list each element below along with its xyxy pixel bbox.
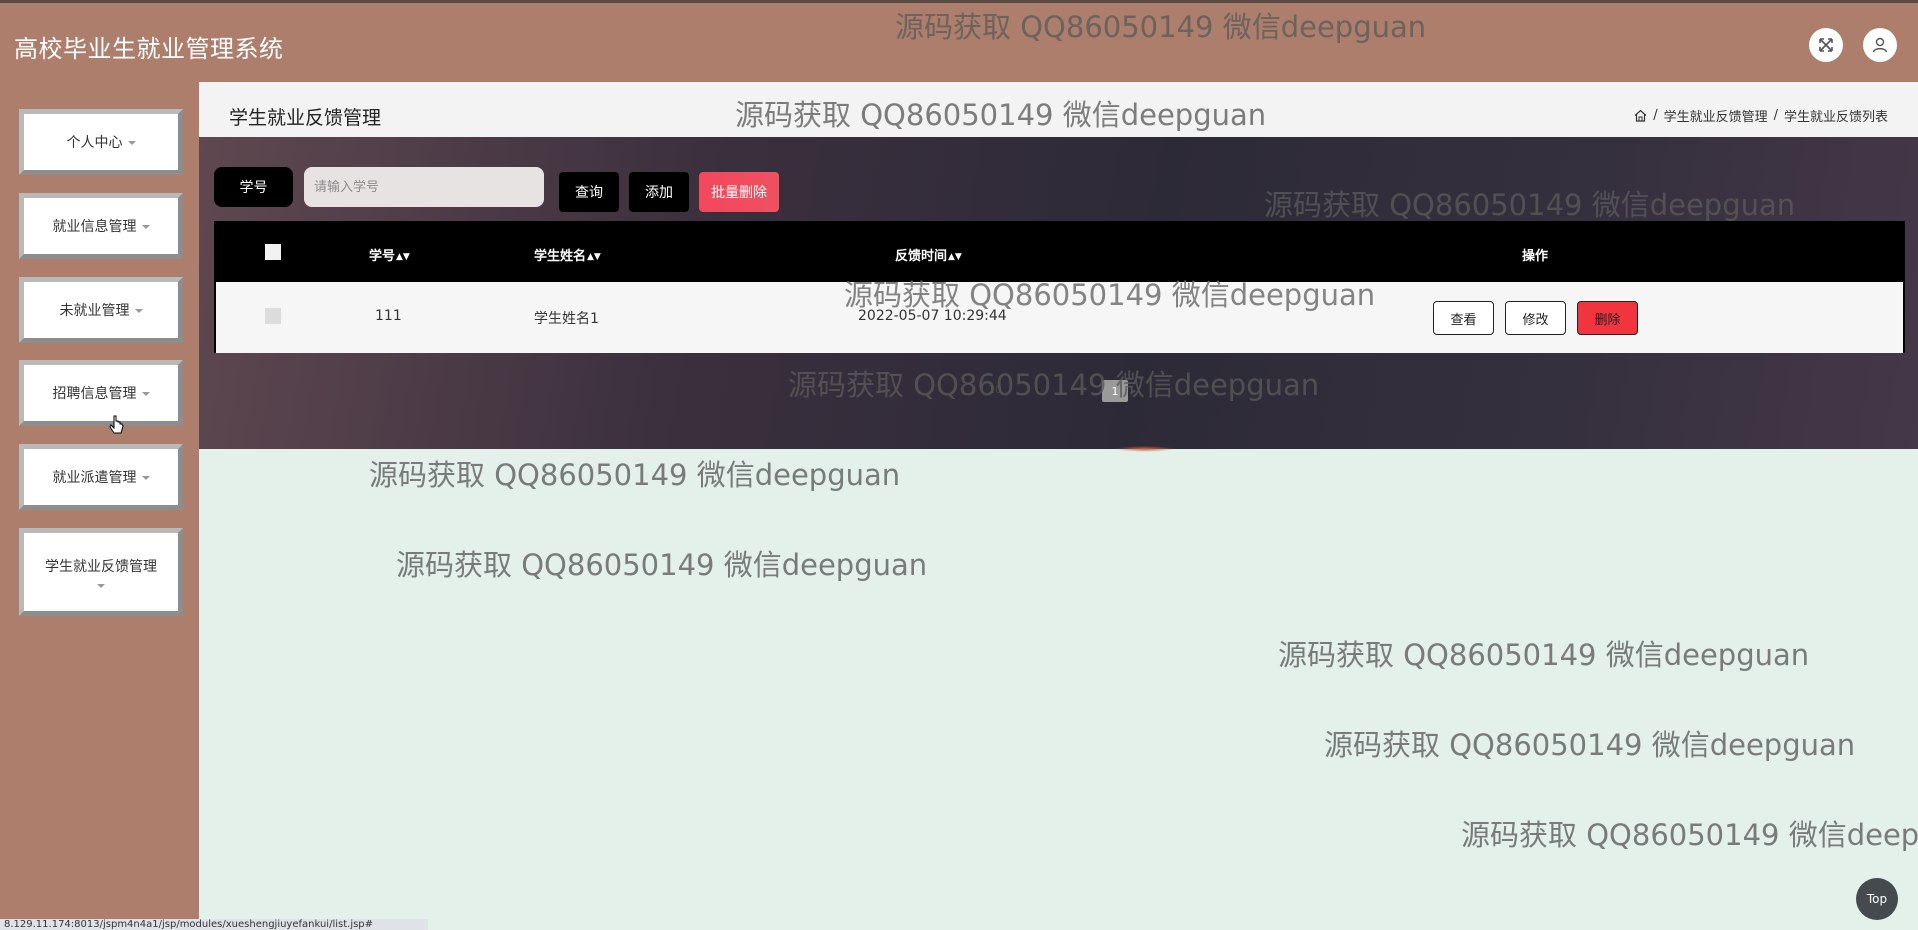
sidebar-item-label: 个人中心 xyxy=(67,132,136,152)
select-all-checkbox[interactable] xyxy=(265,244,281,260)
sidebar-item-text: 就业派遣管理 xyxy=(52,470,137,486)
watermark-text: 源码获取 QQ86050149 微信deepguan xyxy=(1461,818,1918,852)
sidebar-item-label: 未就业管理 xyxy=(60,300,143,320)
query-button[interactable]: 查询 xyxy=(559,172,619,212)
sidebar: 个人中心 就业信息管理 未就业管理 招聘信息管理 就业派遣管理 学生就业反馈管理 xyxy=(0,82,199,930)
edit-button[interactable]: 修改 xyxy=(1505,301,1566,335)
column-header-actions: 操作 xyxy=(1522,249,1549,264)
breadcrumb-separator: / xyxy=(1773,108,1778,123)
breadcrumb: / 学生就业反馈管理 / 学生就业反馈列表 xyxy=(1634,106,1888,125)
sidebar-item-text: 招聘信息管理 xyxy=(52,386,137,402)
sort-icon: ▲▼ xyxy=(948,251,962,262)
watermark-text: 源码获取 QQ86050149 微信deepguan xyxy=(1264,188,1796,222)
mouse-cursor-icon xyxy=(109,415,124,434)
caret-down-icon xyxy=(141,476,150,480)
sort-icon: ▲▼ xyxy=(587,251,601,262)
sort-icon: ▲▼ xyxy=(396,251,410,262)
sidebar-item-feedback[interactable]: 学生就业反馈管理 xyxy=(19,528,183,616)
sidebar-item-label: 招聘信息管理 xyxy=(53,383,150,403)
caret-down-icon xyxy=(141,392,150,396)
breadcrumb-item: 学生就业反馈列表 xyxy=(1783,110,1888,125)
watermark-text: 源码获取 QQ86050149 微信deepguan xyxy=(396,548,928,582)
column-header-student-name[interactable]: 学生姓名▲▼ xyxy=(534,245,601,264)
watermark-text: 源码获取 QQ86050149 微信deepguan xyxy=(1278,638,1810,672)
search-label: 学号 xyxy=(214,167,293,207)
view-button[interactable]: 查看 xyxy=(1433,301,1494,335)
app-title: 高校毕业生就业管理系统 xyxy=(14,35,284,63)
fullscreen-glyph xyxy=(1819,38,1833,52)
delete-button[interactable]: 删除 xyxy=(1577,301,1638,335)
sidebar-item-label: 学生就业反馈管理 xyxy=(45,559,157,575)
watermark-text: 源码获取 QQ86050149 微信deepguan xyxy=(735,98,1267,132)
sidebar-item-personal-center[interactable]: 个人中心 xyxy=(19,109,183,175)
column-header-student-id[interactable]: 学号▲▼ xyxy=(369,245,410,264)
sidebar-item-text: 未就业管理 xyxy=(59,303,130,319)
status-bar-url: 8.129.11.174:8013/jspm4n4a1/jsp/modules/… xyxy=(0,919,428,930)
row-checkbox[interactable] xyxy=(265,308,281,324)
sidebar-item-text: 个人中心 xyxy=(66,135,123,151)
sidebar-item-label: 就业信息管理 xyxy=(53,216,150,236)
caret-down-icon xyxy=(141,225,150,229)
back-to-top-button[interactable]: Top xyxy=(1856,878,1898,920)
breadcrumb-item[interactable]: 学生就业反馈管理 xyxy=(1664,106,1768,125)
watermark-text: 源码获取 QQ86050149 微信deepguan xyxy=(369,458,901,492)
sidebar-item-text: 就业信息管理 xyxy=(52,219,137,235)
user-glyph xyxy=(1872,37,1888,53)
bulk-delete-button[interactable]: 批量删除 xyxy=(699,172,779,212)
add-button[interactable]: 添加 xyxy=(629,172,689,212)
user-icon[interactable] xyxy=(1863,28,1897,62)
cell-student-id: 111 xyxy=(375,308,402,324)
watermark-text: 源码获取 QQ86050149 微信deepguan xyxy=(844,278,1376,312)
column-header-label: 反馈时间 xyxy=(895,249,948,264)
sidebar-item-unemployed[interactable]: 未就业管理 xyxy=(19,277,183,343)
sidebar-item-label: 就业派遣管理 xyxy=(53,467,150,487)
watermark-text: 源码获取 QQ86050149 微信deepguan xyxy=(895,10,1427,44)
hero-glow xyxy=(1115,446,1175,452)
breadcrumb-separator: / xyxy=(1653,108,1658,123)
caret-down-icon xyxy=(127,141,136,145)
home-icon[interactable] xyxy=(1634,109,1647,122)
fullscreen-icon[interactable] xyxy=(1809,28,1843,62)
column-header-label: 学号 xyxy=(369,249,396,264)
search-input[interactable] xyxy=(304,167,544,207)
column-header-label: 学生姓名 xyxy=(534,249,587,264)
column-header-feedback-time[interactable]: 反馈时间▲▼ xyxy=(895,245,962,264)
sidebar-item-employment-info[interactable]: 就业信息管理 xyxy=(19,193,183,259)
sidebar-item-recruitment[interactable]: 招聘信息管理 xyxy=(19,360,183,426)
caret-down-icon xyxy=(134,309,143,313)
sidebar-item-dispatch[interactable]: 就业派遣管理 xyxy=(19,444,183,510)
watermark-text: 源码获取 QQ86050149 微信deepguan xyxy=(788,368,1320,402)
page-title: 学生就业反馈管理 xyxy=(229,107,382,129)
caret-down-icon xyxy=(97,584,105,588)
cell-student-name: 学生姓名1 xyxy=(534,311,599,327)
watermark-text: 源码获取 QQ86050149 微信deepguan xyxy=(1324,728,1856,762)
